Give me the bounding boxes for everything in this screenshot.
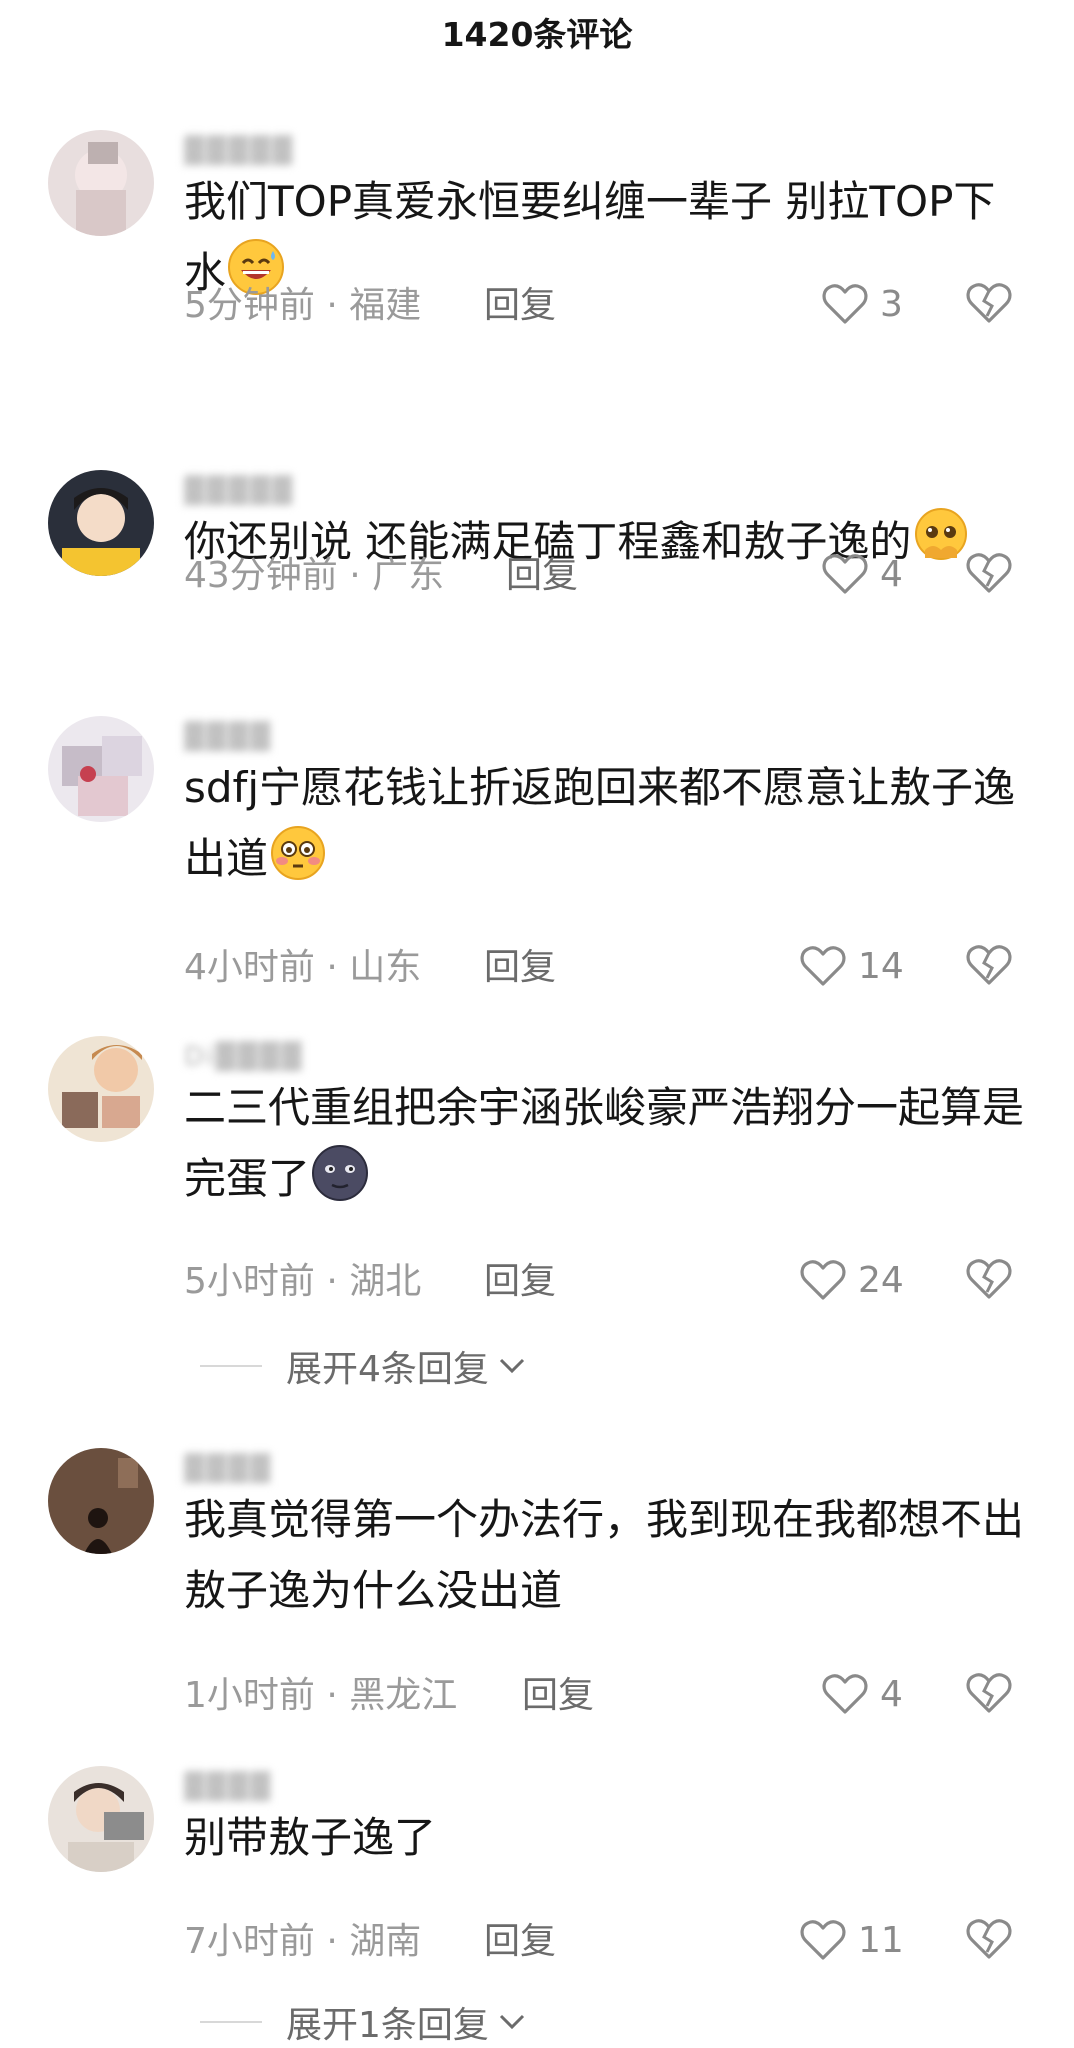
reply-button[interactable]: 回复 (522, 1666, 594, 1718)
dislike-button[interactable] (966, 280, 1012, 326)
reply-button[interactable]: 回复 (506, 546, 578, 598)
reply-button[interactable]: 回复 (484, 1912, 556, 1964)
username[interactable]: ▓▓▓▓▓ (184, 136, 294, 166)
username[interactable]: ▓▓▓▓ (184, 1772, 272, 1802)
heart-icon (822, 554, 868, 594)
avatar[interactable] (48, 1448, 154, 1554)
expand-replies-button[interactable]: 展开4条回复 (200, 1340, 527, 1392)
heart-icon (800, 946, 846, 986)
comment-item: ▓▓▓▓ 别带敖子逸了 7小时前 · 湖南 回复 11 展开1条回复 (0, 1766, 1074, 2046)
dislike-button[interactable] (966, 1256, 1012, 1302)
comment-meta: 4小时前 · 山东 (184, 947, 422, 988)
comment-item: ▓▓▓▓▓ 你还别说 还能满足磕丁程鑫和敖子逸的 43分钟前 · 广东 回复 4 (0, 470, 1074, 650)
like-button[interactable]: 24 (800, 1254, 904, 1306)
like-button[interactable]: 4 (822, 1668, 903, 1720)
comment-meta: 43分钟前 · 广东 (184, 555, 445, 596)
like-count: 24 (858, 1259, 904, 1301)
like-button[interactable]: 11 (800, 1914, 904, 1966)
location: 湖南 (349, 1921, 422, 1962)
broken-heart-icon (966, 1673, 1012, 1713)
avatar[interactable] (48, 130, 154, 236)
reply-button[interactable]: 回复 (484, 1252, 556, 1304)
like-count: 3 (880, 283, 903, 325)
broken-heart-icon (966, 553, 1012, 593)
broken-heart-icon (966, 945, 1012, 985)
avatar[interactable] (48, 1766, 154, 1872)
location: 广东 (372, 555, 445, 596)
timestamp: 5小时前 (184, 1261, 315, 1302)
location: 山东 (349, 947, 422, 988)
comment-meta: 7小时前 · 湖南 (184, 1921, 422, 1962)
comment-item: ▓▓▓▓ sdfj宁愿花钱让折返跑回来都不愿意让敖子逸出道 4小时前 · 山东 … (0, 716, 1074, 988)
divider (200, 1365, 262, 1367)
new-moon-face-emoji (312, 1145, 369, 1201)
like-count: 11 (858, 1919, 904, 1961)
dislike-button[interactable] (966, 550, 1012, 596)
flushed-face-emoji (271, 826, 326, 880)
reply-button[interactable]: 回复 (484, 938, 556, 990)
like-count: 4 (880, 553, 903, 595)
username[interactable]: ▓▓▓▓▓ (184, 476, 294, 506)
like-button[interactable]: 14 (800, 940, 904, 992)
avatar[interactable] (48, 470, 154, 576)
dislike-button[interactable] (966, 1916, 1012, 1962)
username[interactable]: Di▓▓▓▓ (184, 1042, 303, 1072)
comment-meta: 1小时前 · 黑龙江 (184, 1675, 458, 1716)
comment-text: sdfj宁愿花钱让折返跑回来都不愿意让敖子逸出道 (184, 763, 1015, 883)
username[interactable]: ▓▓▓▓ (184, 1454, 272, 1484)
comment-text: 别带敖子逸了 (184, 1813, 437, 1862)
timestamp: 4小时前 (184, 947, 315, 988)
reply-button[interactable]: 回复 (484, 276, 556, 328)
comment-text: 二三代重组把余宇涵张峻豪严浩翔分一起算是完蛋了 (184, 1083, 1025, 1203)
avatar[interactable] (48, 1036, 154, 1142)
broken-heart-icon (966, 1919, 1012, 1959)
avatar[interactable] (48, 716, 154, 822)
heart-icon (822, 1674, 868, 1714)
broken-heart-icon (966, 283, 1012, 323)
comment-item: Di▓▓▓▓ 二三代重组把余宇涵张峻豪严浩翔分一起算是完蛋了 5小时前 · 湖北… (0, 1036, 1074, 1390)
comments-header: 1420条评论 (0, 0, 1074, 70)
like-button[interactable]: 4 (822, 548, 903, 600)
heart-icon (800, 1920, 846, 1960)
comment-meta: 5分钟前 · 福建 (184, 285, 422, 326)
chevron-down-icon (499, 1358, 524, 1374)
like-count: 14 (858, 945, 904, 987)
location: 福建 (349, 285, 422, 326)
heart-icon (822, 284, 868, 324)
comment-count-title: 1420条评论 (441, 15, 633, 54)
like-button[interactable]: 3 (822, 278, 903, 330)
heart-icon (800, 1260, 846, 1300)
dislike-button[interactable] (966, 1670, 1012, 1716)
location: 湖北 (349, 1261, 422, 1302)
divider (200, 2021, 262, 2023)
pleading-face-emoji (915, 508, 968, 560)
comment-item: ▓▓▓▓▓ 我们TOP真爱永恒要纠缠一辈子 别拉TOP下水 5分钟前 · 福建 … (0, 130, 1074, 370)
expand-replies-button[interactable]: 展开1条回复 (200, 1996, 527, 2048)
broken-heart-icon (966, 1259, 1012, 1299)
username[interactable]: ▓▓▓▓ (184, 722, 272, 752)
chevron-down-icon (499, 2014, 524, 2030)
timestamp: 1小时前 (184, 1675, 315, 1716)
timestamp: 5分钟前 (184, 285, 315, 326)
like-count: 4 (880, 1673, 903, 1715)
comment-item: ▓▓▓▓ 我真觉得第一个办法行，我到现在我都想不出敖子逸为什么没出道 1小时前 … (0, 1448, 1074, 1716)
timestamp: 7小时前 (184, 1921, 315, 1962)
timestamp: 43分钟前 (184, 555, 338, 596)
comment-text: 我真觉得第一个办法行，我到现在我都想不出敖子逸为什么没出道 (184, 1495, 1025, 1615)
dislike-button[interactable] (966, 942, 1012, 988)
location: 黑龙江 (349, 1675, 458, 1716)
comment-meta: 5小时前 · 湖北 (184, 1261, 422, 1302)
